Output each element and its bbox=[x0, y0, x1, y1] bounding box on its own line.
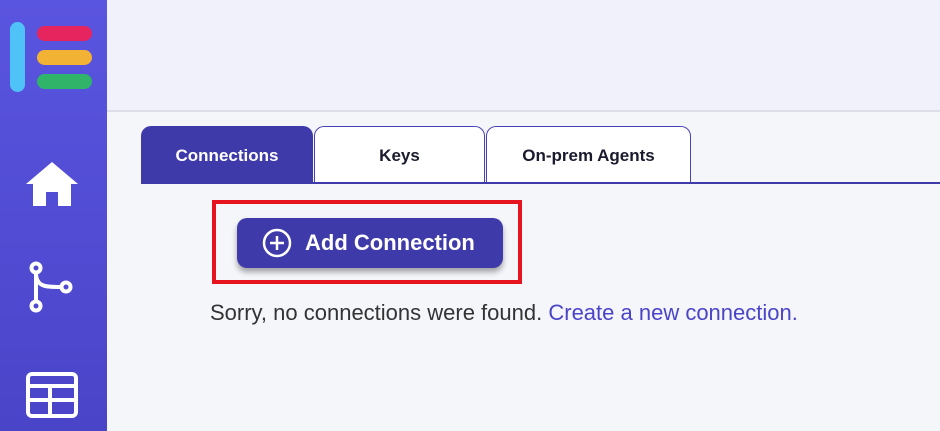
tab-on-prem-agents[interactable]: On-prem Agents bbox=[486, 126, 691, 184]
logo-bar bbox=[37, 50, 92, 65]
plus-circle-icon bbox=[261, 227, 293, 259]
tab-keys[interactable]: Keys bbox=[314, 126, 485, 184]
add-connection-button[interactable]: Add Connection bbox=[237, 218, 503, 268]
tab-underline bbox=[141, 182, 940, 184]
home-icon[interactable] bbox=[22, 158, 82, 212]
logo-bar bbox=[10, 22, 25, 92]
branch-icon[interactable] bbox=[22, 260, 82, 314]
empty-state-message: Sorry, no connections were found. Create… bbox=[210, 300, 798, 326]
logo-bar bbox=[37, 74, 92, 89]
tab-connections[interactable]: Connections bbox=[141, 126, 313, 184]
sidebar bbox=[0, 0, 107, 431]
table-icon[interactable] bbox=[22, 368, 82, 422]
app-logo[interactable] bbox=[10, 22, 94, 94]
empty-message-text: Sorry, no connections were found. bbox=[210, 300, 543, 325]
logo-bar bbox=[37, 26, 92, 41]
top-bar bbox=[107, 0, 940, 112]
add-connection-label: Add Connection bbox=[305, 230, 475, 255]
create-connection-link[interactable]: Create a new connection. bbox=[548, 300, 798, 325]
